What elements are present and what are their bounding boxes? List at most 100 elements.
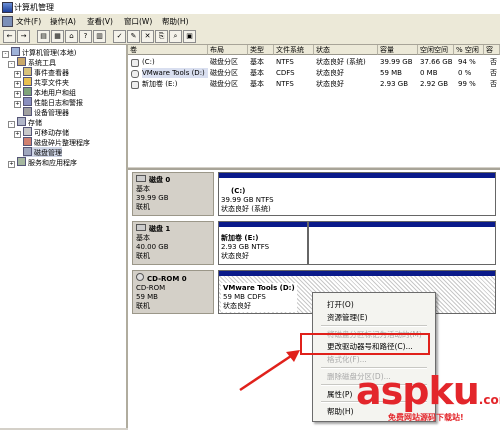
menu-item-help[interactable]: 帮助(H)	[327, 406, 354, 417]
tree-item-services-apps[interactable]: + 服务和应用程序	[8, 157, 77, 168]
menu-window[interactable]: 窗口(W)	[124, 16, 152, 27]
expand-icon[interactable]: +	[14, 101, 21, 108]
column-header-free-space[interactable]: 空闲空间	[418, 45, 454, 55]
expand-icon[interactable]: +	[14, 131, 21, 138]
column-header-status[interactable]: 状态	[314, 45, 378, 55]
column-header-capacity[interactable]: 容量	[378, 45, 418, 55]
menu-help[interactable]: 帮助(H)	[162, 16, 189, 27]
tree-item-defragmenter[interactable]: 磁盘碎片整理程序	[23, 137, 90, 147]
volume-c-info: (C:) 39.99 GB NTFS 状态良好 (系统)	[221, 187, 274, 214]
tree-item-event-viewer[interactable]: + 事件查看器	[14, 67, 69, 78]
menu-item-open[interactable]: 打开(O)	[327, 299, 354, 310]
tree-item-label: 磁盘碎片整理程序	[34, 139, 90, 147]
menu-view[interactable]: 查看(V)	[87, 16, 113, 27]
tree-item-label: 服务和应用程序	[28, 159, 77, 167]
column-header-type[interactable]: 类型	[248, 45, 274, 55]
volume-c[interactable]: (C:) 39.99 GB NTFS 状态良好 (系统)	[218, 172, 496, 216]
volume-e-info: 新加卷 (E:) 2.93 GB NTFS 状态良好	[221, 234, 269, 261]
volume-d-status: 状态良好	[223, 302, 251, 310]
tree-item-computer-management[interactable]: - 计算机管理(本地)	[2, 47, 76, 58]
tree-item-label: 磁盘管理	[34, 149, 62, 157]
removable-storage-icon	[23, 127, 32, 136]
cell-volume: (C:)	[142, 58, 155, 66]
up-level-icon[interactable]: ▤	[37, 30, 50, 43]
disk-0-label[interactable]: 磁盘 0 基本 39.99 GB 联机	[132, 172, 214, 216]
disk-1-label[interactable]: 磁盘 1 基本 40.00 GB 联机	[132, 221, 214, 265]
column-header-fault-tolerance[interactable]: 容	[484, 45, 500, 55]
device-manager-icon	[23, 107, 32, 116]
help-icon[interactable]: ?	[79, 30, 92, 43]
disk-0-name: 磁盘 0	[136, 175, 210, 185]
tree-item-label: 本地用户和组	[34, 89, 76, 97]
volume-icon	[131, 59, 139, 67]
properties-icon[interactable]: ▣	[183, 30, 196, 43]
cell-layout: 磁盘分区	[210, 69, 238, 77]
list-icon[interactable]: ▥	[93, 30, 106, 43]
cell-layout: 磁盘分区	[210, 80, 238, 88]
menu-action[interactable]: 操作(A)	[50, 16, 76, 27]
menu-item-explore[interactable]: 资源管理(E)	[327, 312, 368, 323]
tree-item-local-users[interactable]: + 本地用户和组	[14, 87, 76, 98]
volume-icon	[131, 81, 139, 89]
cell-free-space: 0 MB	[420, 69, 438, 77]
tree-item-removable-storage[interactable]: + 可移动存储	[14, 127, 69, 138]
home-icon[interactable]: ⌂	[65, 30, 78, 43]
annotation-arrow-icon	[239, 350, 300, 392]
volume-c-title: (C:)	[231, 187, 246, 195]
disk-icon	[136, 175, 146, 182]
search-icon[interactable]: ⌕	[169, 30, 182, 43]
tree-item-storage[interactable]: - 存储	[8, 117, 42, 128]
volume-bar	[219, 222, 307, 227]
cdrom-0-size: 59 MB	[136, 293, 158, 301]
delete-icon[interactable]: ✕	[141, 30, 154, 43]
cell-filesystem: NTFS	[276, 80, 294, 88]
tree-item-device-manager[interactable]: 设备管理器	[23, 107, 69, 117]
tree-item-label: 存储	[28, 119, 42, 127]
back-icon[interactable]: ←	[3, 30, 16, 43]
table-row[interactable]: 新加卷 (E:) 磁盘分区 基本 NTFS 状态良好 2.93 GB 2.92 …	[128, 79, 500, 89]
disk-1-type: 基本	[136, 234, 150, 242]
column-header-percent-free[interactable]: % 空闲	[454, 45, 484, 55]
edit-icon[interactable]: ✎	[127, 30, 140, 43]
cell-status: 状态良好	[316, 69, 344, 77]
app-menu-icon[interactable]	[2, 16, 13, 27]
copy-icon[interactable]: ⎘	[155, 30, 168, 43]
tree-item-label: 性能日志和警报	[34, 99, 83, 107]
cell-free-space: 2.92 GB	[420, 80, 449, 88]
cell-capacity: 39.99 GB	[380, 58, 413, 66]
menu-item-properties[interactable]: 属性(P)	[327, 389, 352, 400]
volume-e[interactable]: 新加卷 (E:) 2.93 GB NTFS 状态良好	[218, 221, 308, 265]
forward-icon[interactable]: →	[17, 30, 30, 43]
tree-item-performance-logs[interactable]: + 性能日志和警报	[14, 97, 83, 108]
cdrom-0-label[interactable]: CD-ROM 0 CD-ROM 59 MB 联机	[132, 270, 214, 314]
menu-separator	[321, 325, 427, 327]
volume-d-title: VMware Tools (D:)	[223, 284, 295, 292]
tree-item-shared-folders[interactable]: + 共享文件夹	[14, 77, 69, 88]
services-icon	[17, 157, 26, 166]
disk-1-status: 联机	[136, 252, 150, 260]
tree-item-label: 事件查看器	[34, 69, 69, 77]
check-icon[interactable]: ✓	[113, 30, 126, 43]
table-row[interactable]: VMware Tools (D:) 磁盘分区 基本 CDFS 状态良好 59 M…	[128, 68, 500, 78]
menu-file[interactable]: 文件(F)	[16, 16, 41, 27]
folder-icon	[23, 77, 32, 86]
volume-bar	[309, 222, 495, 227]
tree-item-disk-management[interactable]: 磁盘管理	[23, 147, 62, 157]
tree-item-label: 共享文件夹	[34, 79, 69, 87]
users-icon	[23, 87, 32, 96]
expand-icon[interactable]: +	[8, 161, 15, 168]
column-header-filesystem[interactable]: 文件系统	[274, 45, 314, 55]
show-hide-tree-icon[interactable]: ▦	[51, 30, 64, 43]
disk-1-name: 磁盘 1	[136, 224, 210, 234]
watermark-domain: .com	[478, 393, 500, 407]
unallocated-space[interactable]	[308, 221, 496, 265]
cell-percent-free: 0 %	[458, 69, 472, 77]
table-row[interactable]: (C:) 磁盘分区 基本 NTFS 状态良好 (系统) 39.99 GB 37.…	[128, 57, 500, 67]
disk-icon	[136, 224, 146, 231]
performance-icon	[23, 97, 32, 106]
tree-item-system-tools[interactable]: - 系统工具	[8, 57, 56, 68]
menu-item-format: 格式化(F)...	[327, 355, 367, 364]
column-header-layout[interactable]: 布局	[208, 45, 248, 55]
cell-status: 状态良好 (系统)	[316, 58, 366, 66]
column-header-volume[interactable]: 卷	[128, 45, 208, 55]
